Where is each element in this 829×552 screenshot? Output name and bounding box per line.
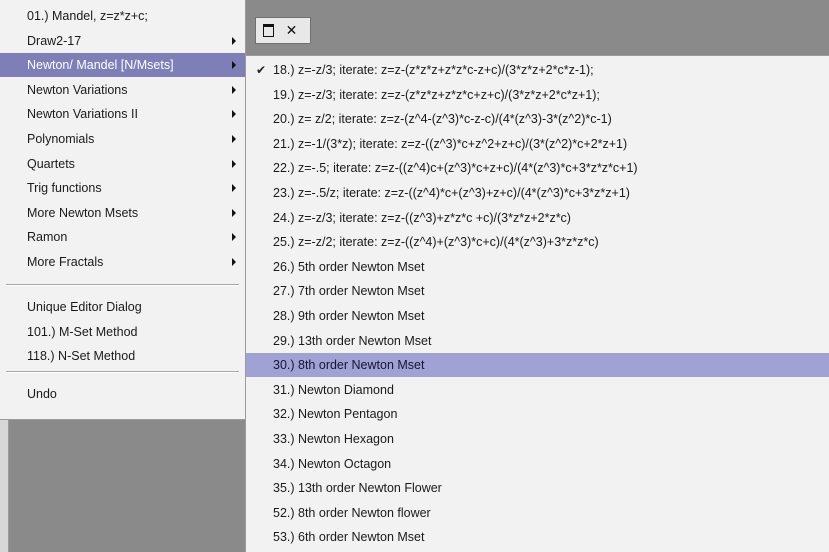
menu-item-label: 01.) Mandel, z=z*z+c; <box>27 9 148 23</box>
menu-item-118-n-set-method[interactable]: 118.) N-Set Method <box>0 344 245 368</box>
menu-item-newton-variations[interactable]: Newton Variations <box>0 78 245 102</box>
submenu-arrow-icon <box>232 184 236 193</box>
submenu-item-label: 30.) 8th order Newton Mset <box>273 358 425 373</box>
submenu-arrow-icon <box>232 159 236 168</box>
menu-item-more-newton-msets[interactable]: More Newton Msets <box>0 201 245 225</box>
submenu-item-label: 24.) z=-z/3; iterate: z=z-((z^3)+z*z*c +… <box>273 210 571 225</box>
submenu-item-label: 33.) Newton Hexagon <box>273 432 394 446</box>
submenu-item-30-8th-order-newton-mset[interactable]: 30.) 8th order Newton Mset <box>246 353 829 378</box>
submenu-item-label: 21.) z=-1/(3*z); iterate: z=z-((z^3)*c+z… <box>273 136 628 151</box>
menu-item-trig-functions[interactable]: Trig functions <box>0 176 245 200</box>
fractal-menu: 01.) Mandel, z=z*z+c; Draw2-17 Newton/ Man… <box>0 0 246 420</box>
menu-item-draw2-17[interactable]: Draw2-17 <box>0 29 245 53</box>
submenu-item-25-z-z-2-iterate-z-z-z-4-z-3-c-c-4-z-3-3[interactable]: 25.) z=-z/2; iterate: z=z-((z^4)+(z^3)*c… <box>246 230 829 254</box>
menu-item-label: More Fractals <box>27 255 104 269</box>
submenu-arrow-icon <box>232 85 236 94</box>
submenu-item-23-z-5-z-iterate-z-z-z-4-c-z-3-z-c-4-z-3[interactable]: 23.) z=-.5/z; iterate: z=z-((z^4)*c+(z^3… <box>246 181 829 205</box>
submenu-item-label: 19.) z=-z/3; iterate: z=z-(z*z*z+z*z*c+z… <box>273 87 600 102</box>
submenu-item-18-z-z-3-iterate-z-z-z-z-z-z-z-c-z-c-3-z[interactable]: ✔ 18.) z=-z/3; iterate: z=z-(z*z*z+z*z*c-… <box>246 58 829 82</box>
menu-item-label: Newton Variations <box>27 82 128 97</box>
menu-item-label: 101.) M-Set Method <box>27 324 138 339</box>
submenu-arrow-icon <box>232 258 236 266</box>
submenu-arrow-icon <box>232 233 236 242</box>
submenu-item-22-z-5-iterate-z-z-z-4-c-z-3-c-z-c-4-z-3[interactable]: 22.) z=-.5; iterate: z=z-((z^4)c+(z^3)*c… <box>246 156 829 180</box>
submenu-item-label: 20.) z= z/2; iterate: z=z-(z^4-(z^3)*c-z… <box>273 112 612 127</box>
submenu-arrow-icon <box>232 135 236 143</box>
submenu-arrow-icon <box>232 208 236 217</box>
submenu-item-52-8th-order-newton-flower[interactable]: 52.) 8th order Newton flower <box>246 501 829 525</box>
menu-item-newton-variations-ii[interactable]: Newton Variations II <box>0 102 245 126</box>
menu-item-label: Polynomials <box>27 132 95 146</box>
submenu-item-label: 35.) 13th order Newton Flower <box>273 481 442 496</box>
menu-item-label: Undo <box>27 387 57 401</box>
menu-item-label: Unique Editor Dialog <box>27 300 142 314</box>
menu-item-label: Quartets <box>27 156 75 171</box>
submenu-item-34-newton-octagon[interactable]: 34.) Newton Octagon <box>246 452 829 476</box>
submenu-item-label: 25.) z=-z/2; iterate: z=z-((z^4)+(z^3)*c… <box>273 235 599 250</box>
window-controls: ✕ <box>255 17 311 44</box>
menu-item-label: Trig functions <box>27 181 102 196</box>
background-window-edge <box>0 420 9 552</box>
menu-item-label: Ramon <box>27 230 68 245</box>
submenu-item-19-z-z-3-iterate-z-z-z-z-z-z-z-c-z-c-3-z[interactable]: 19.) z=-z/3; iterate: z=z-(z*z*z+z*z*c+z… <box>246 83 829 107</box>
submenu-item-label: 22.) z=-.5; iterate: z=z-((z^4)c+(z^3)*c… <box>273 161 638 176</box>
menu-separator <box>6 284 239 286</box>
menu-item-newton-mandel-n-msets[interactable]: Newton/ Mandel [N/Msets] <box>0 53 245 78</box>
menu-item-label: Newton Variations II <box>27 107 138 122</box>
menu-item-01-mandel-z-z-z-c[interactable]: 01.) Mandel, z=z*z+c; <box>0 4 245 28</box>
menu-separator <box>6 371 239 373</box>
submenu-item-29-13th-order-newton-mset[interactable]: 29.) 13th order Newton Mset <box>246 329 829 353</box>
submenu-item-21-z-1-3-z-iterate-z-z-z-3-c-z-2-z-c-3-z[interactable]: 21.) z=-1/(3*z); iterate: z=z-((z^3)*c+z… <box>246 132 829 156</box>
menu-item-unique-editor-dialog[interactable]: Unique Editor Dialog <box>0 295 245 319</box>
submenu-item-27-7th-order-newton-mset[interactable]: 27.) 7th order Newton Mset <box>246 279 829 303</box>
submenu-arrow-icon <box>232 61 236 70</box>
submenu-arrow-icon <box>232 36 236 45</box>
close-button[interactable]: ✕ <box>283 22 300 38</box>
submenu-item-label: 23.) z=-.5/z; iterate: z=z-((z^4)*c+(z^3… <box>273 186 630 200</box>
submenu-item-label: 52.) 8th order Newton flower <box>273 505 431 520</box>
submenu-item-28-9th-order-newton-mset[interactable]: 28.) 9th order Newton Mset <box>246 304 829 328</box>
menu-item-101-m-set-method[interactable]: 101.) M-Set Method <box>0 320 245 344</box>
newton-mandel-submenu: ✔ 18.) z=-z/3; iterate: z=z-(z*z*z+z*z*c-… <box>245 55 829 552</box>
submenu-item-label: 18.) z=-z/3; iterate: z=z-(z*z*z+z*z*c-z… <box>273 63 594 77</box>
submenu-item-32-newton-pentagon[interactable]: 32.) Newton Pentagon <box>246 402 829 426</box>
menu-item-quartets[interactable]: Quartets <box>0 152 245 176</box>
submenu-arrow-icon <box>232 110 236 119</box>
submenu-item-20-z-z-2-iterate-z-z-z-4-z-3-c-z-c-4-z-3[interactable]: 20.) z= z/2; iterate: z=z-(z^4-(z^3)*c-z… <box>246 107 829 131</box>
submenu-item-label: 31.) Newton Diamond <box>273 382 394 397</box>
submenu-item-26-5th-order-newton-mset[interactable]: 26.) 5th order Newton Mset <box>246 255 829 279</box>
menu-item-more-fractals[interactable]: More Fractals <box>0 250 245 274</box>
submenu-item-24-z-z-3-iterate-z-z-z-3-z-z-c-c-3-z-z-2[interactable]: 24.) z=-z/3; iterate: z=z-((z^3)+z*z*c +… <box>246 206 829 230</box>
submenu-item-label: 26.) 5th order Newton Mset <box>273 259 425 274</box>
submenu-item-label: 32.) Newton Pentagon <box>273 407 398 422</box>
close-icon: ✕ <box>285 22 298 38</box>
submenu-item-31-newton-diamond[interactable]: 31.) Newton Diamond <box>246 378 829 402</box>
menu-item-label: 118.) N-Set Method <box>27 349 136 364</box>
submenu-item-53-6th-order-newton-mset[interactable]: 53.) 6th order Newton Mset <box>246 525 829 549</box>
submenu-item-label: 29.) 13th order Newton Mset <box>273 333 432 348</box>
menu-item-label: Draw2-17 <box>27 33 82 48</box>
submenu-item-33-newton-hexagon[interactable]: 33.) Newton Hexagon <box>246 427 829 451</box>
menu-item-label: More Newton Msets <box>27 205 139 220</box>
maximize-button[interactable] <box>260 22 277 38</box>
submenu-item-35-13th-order-newton-flower[interactable]: 35.) 13th order Newton Flower <box>246 476 829 500</box>
maximize-icon <box>263 24 274 37</box>
menu-item-undo[interactable]: Undo <box>0 382 245 406</box>
submenu-item-label: 34.) Newton Octagon <box>273 456 392 471</box>
menu-item-polynomials[interactable]: Polynomials <box>0 127 245 151</box>
menu-item-label: Newton/ Mandel [N/Msets] <box>27 58 174 73</box>
submenu-item-label: 53.) 6th order Newton Mset <box>273 530 425 545</box>
menu-item-ramon[interactable]: Ramon <box>0 225 245 249</box>
submenu-item-label: 28.) 9th order Newton Mset <box>273 309 425 323</box>
submenu-item-label: 27.) 7th order Newton Mset <box>273 284 425 299</box>
checkmark-icon: ✔ <box>256 63 267 77</box>
